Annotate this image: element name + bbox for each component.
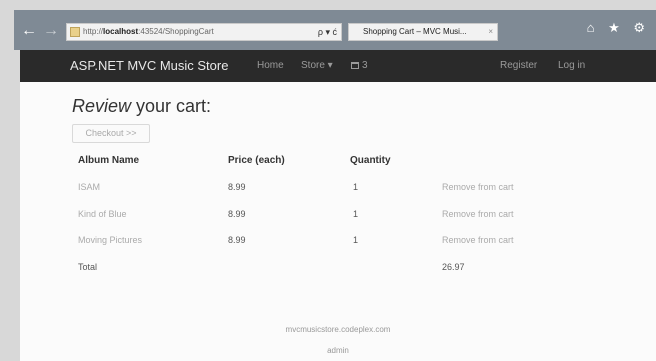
checkout-button[interactable]: Checkout >> xyxy=(72,124,150,143)
address-tools[interactable]: ρ ▾ ć xyxy=(318,24,337,40)
back-arrow-icon[interactable]: ← xyxy=(20,22,38,40)
nav-register[interactable]: Register xyxy=(500,60,537,71)
nav-home[interactable]: Home xyxy=(257,60,284,71)
price-cell: 8.99 xyxy=(228,182,246,192)
quantity-cell: 1 xyxy=(353,209,359,219)
price-cell: 8.99 xyxy=(228,235,246,245)
site-navbar: ASP.NET MVC Music Store Home Store ▾ 3 R… xyxy=(20,50,656,82)
page-title-emphasis: Review xyxy=(72,96,132,116)
cart-count: 3 xyxy=(362,60,368,71)
remove-from-cart-link[interactable]: Remove from cart xyxy=(442,182,514,192)
brand-link[interactable]: ASP.NET MVC Music Store xyxy=(70,58,228,73)
page-title-rest: your cart: xyxy=(131,96,212,116)
address-host: localhost xyxy=(103,27,139,36)
total-label: Total xyxy=(78,262,98,272)
nav-store[interactable]: Store ▾ xyxy=(301,60,333,71)
quantity-cell: 1 xyxy=(353,235,359,245)
column-header-price: Price (each) xyxy=(228,155,285,166)
window-tools[interactable]: ⌂ ★ ⚙ xyxy=(587,20,650,36)
footer-site-link[interactable]: mvcmusicstore.codeplex.com xyxy=(20,325,656,334)
total-value: 26.97 xyxy=(442,262,465,272)
price-cell: 8.99 xyxy=(228,209,246,219)
nav-cart[interactable]: 3 xyxy=(351,60,368,71)
remove-from-cart-link[interactable]: Remove from cart xyxy=(442,235,514,245)
tab-shopping-cart[interactable]: Shopping Cart – MVC Musi... × xyxy=(348,23,498,41)
album-link[interactable]: ISAM xyxy=(78,182,100,192)
cart-icon xyxy=(351,62,359,69)
nav-login[interactable]: Log in xyxy=(558,60,585,71)
column-header-album: Album Name xyxy=(78,155,140,166)
address-bar[interactable]: http://localhost:43524/ShoppingCart ρ ▾ … xyxy=(66,23,342,41)
footer-admin-link[interactable]: admin xyxy=(20,346,656,355)
tab-close-icon[interactable]: × xyxy=(488,24,493,40)
album-link[interactable]: Kind of Blue xyxy=(78,209,127,219)
remove-from-cart-link[interactable]: Remove from cart xyxy=(442,209,514,219)
site-icon xyxy=(70,27,80,37)
address-prefix: http:// xyxy=(83,27,104,36)
forward-arrow-icon[interactable]: → xyxy=(42,22,60,40)
page-title: Review your cart: xyxy=(72,96,211,117)
address-path: :43524/ShoppingCart xyxy=(138,27,214,36)
page-content: Review your cart: Checkout >> Album Name… xyxy=(20,82,656,361)
album-link[interactable]: Moving Pictures xyxy=(78,235,142,245)
column-header-quantity: Quantity xyxy=(350,155,391,166)
tab-title: Shopping Cart – MVC Musi... xyxy=(363,27,467,36)
quantity-cell: 1 xyxy=(353,182,359,192)
browser-chrome: ← → http://localhost:43524/ShoppingCart … xyxy=(14,10,656,50)
